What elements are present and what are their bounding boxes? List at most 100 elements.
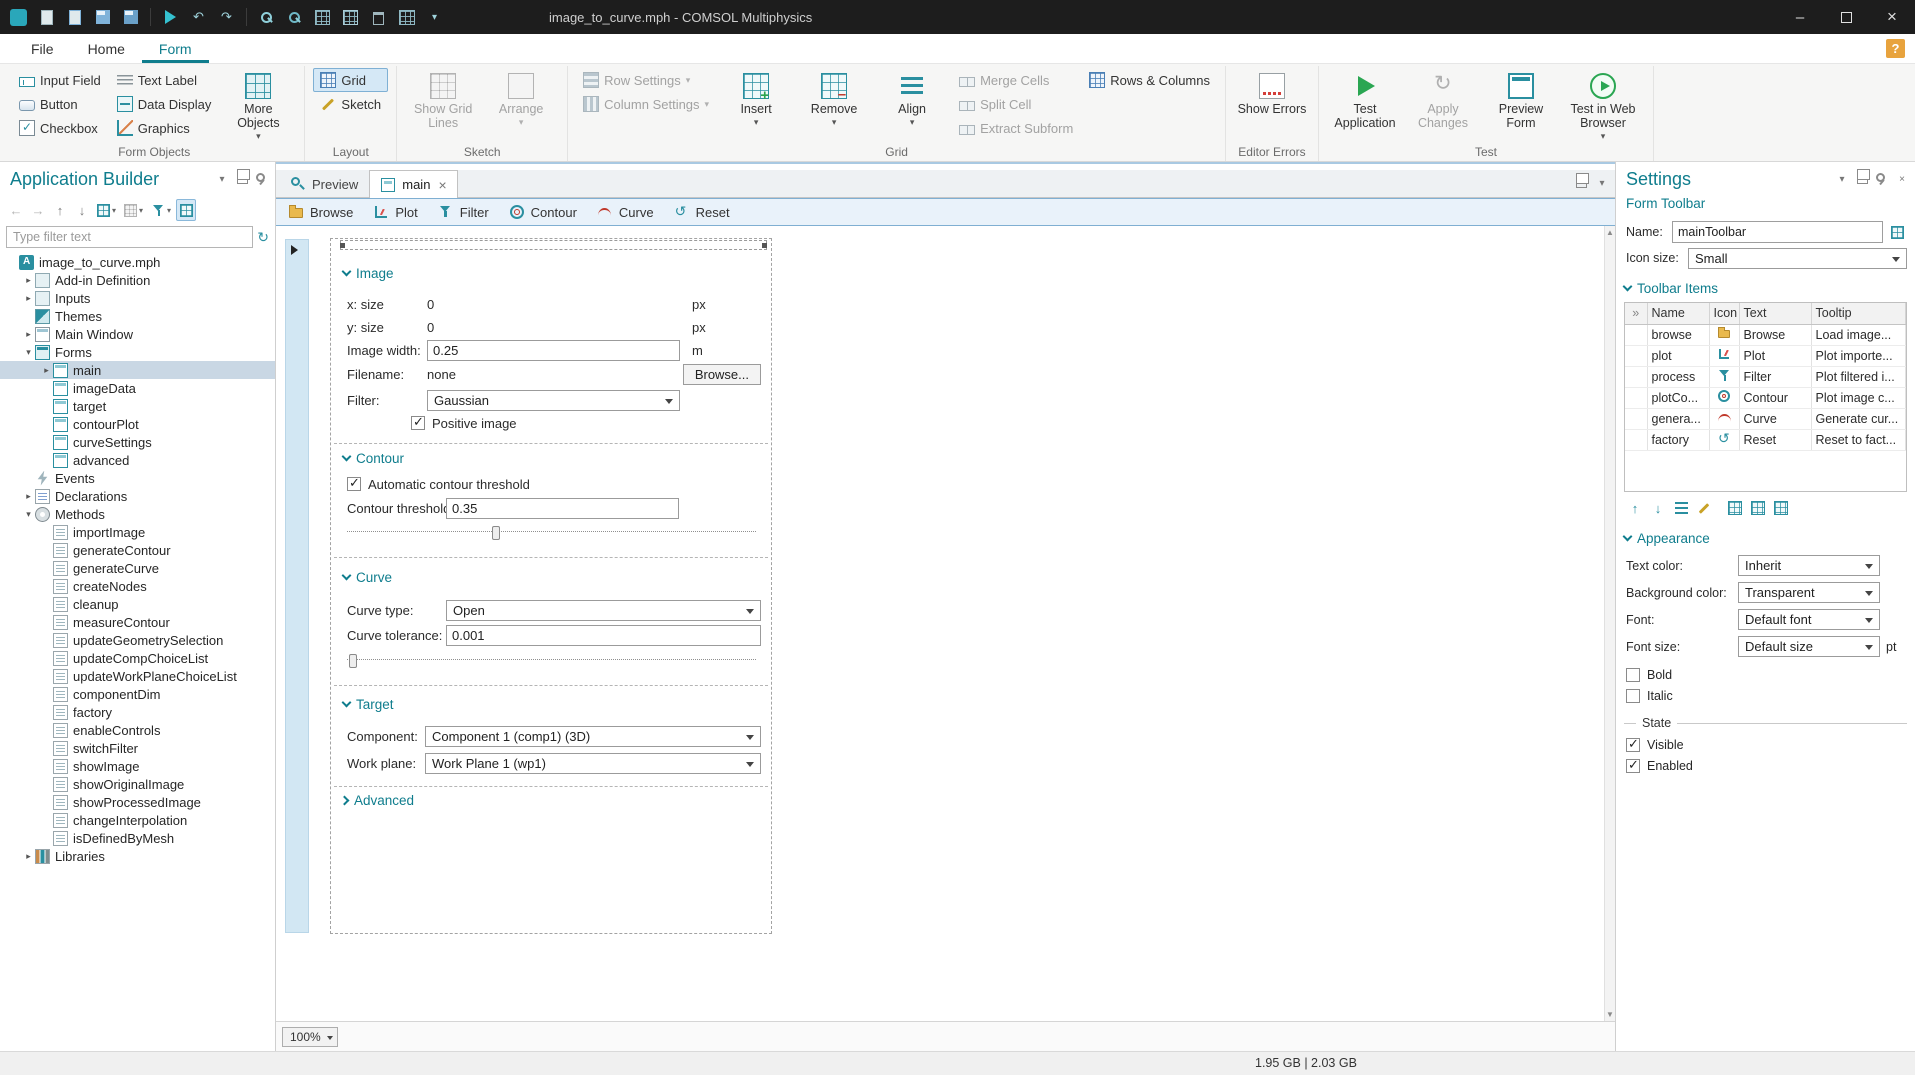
- text-color-dropdown[interactable]: Inherit: [1738, 555, 1880, 576]
- go-to-node-icon[interactable]: [176, 199, 197, 221]
- column-header-name[interactable]: Name: [1647, 303, 1710, 325]
- font-dropdown[interactable]: Default font: [1738, 609, 1880, 630]
- column-header-tooltip[interactable]: Tooltip: [1811, 303, 1906, 325]
- redo-icon[interactable]: ↷: [218, 9, 235, 26]
- add-toggle-button[interactable]: [1772, 499, 1790, 517]
- grid-view-icon[interactable]: ▾: [94, 199, 119, 221]
- tree-item[interactable]: target: [0, 397, 275, 415]
- zoom-box-icon[interactable]: [289, 11, 300, 23]
- list-button[interactable]: [1672, 499, 1690, 517]
- tree-item[interactable]: measureContour: [0, 613, 275, 631]
- tree-item[interactable]: changeInterpolation: [0, 811, 275, 829]
- pin-panel-icon[interactable]: [1875, 172, 1889, 186]
- positive-image-checkbox[interactable]: [411, 414, 425, 430]
- test-application-button[interactable]: Test Application: [1327, 68, 1403, 142]
- toolbar-overflow-icon[interactable]: ▾: [426, 9, 443, 26]
- visible-checkbox[interactable]: [1626, 736, 1640, 752]
- tab-form[interactable]: Form: [141, 36, 209, 63]
- tab-preview[interactable]: Preview: [279, 170, 369, 197]
- add-separator-button[interactable]: [1749, 499, 1767, 517]
- tab-main[interactable]: main ×: [369, 170, 458, 198]
- close-button[interactable]: ×: [1869, 0, 1915, 34]
- reset-toolbar-button[interactable]: Reset: [665, 200, 739, 224]
- data-display-button[interactable]: Data Display: [110, 92, 219, 116]
- preview-form-button[interactable]: Preview Form: [1483, 68, 1559, 142]
- tree-item[interactable]: Main Window: [0, 325, 275, 343]
- create-shortcut-button[interactable]: [1887, 222, 1907, 242]
- filter-dropdown[interactable]: Gaussian: [427, 389, 680, 411]
- tree-item[interactable]: isDefinedByMesh: [0, 829, 275, 847]
- expand-icon[interactable]: [22, 275, 35, 286]
- tree-item[interactable]: generateContour: [0, 541, 275, 559]
- section-header-contour[interactable]: Contour: [341, 448, 404, 468]
- insert-button[interactable]: Insert ▾: [718, 68, 794, 142]
- input-field-button[interactable]: Input Field: [12, 68, 108, 92]
- collapse-icon[interactable]: [22, 347, 35, 358]
- minimize-button[interactable]: –: [1777, 0, 1823, 34]
- text-label-button[interactable]: Text Label: [110, 68, 219, 92]
- image-width-input[interactable]: [427, 339, 680, 361]
- edit-item-button[interactable]: [1695, 499, 1713, 517]
- tab-file[interactable]: File: [14, 36, 71, 63]
- expand-icon[interactable]: [22, 491, 35, 502]
- tree-item[interactable]: Libraries: [0, 847, 275, 865]
- tree-item[interactable]: updateCompChoiceList: [0, 649, 275, 667]
- table-row[interactable]: plotCo... Contour Plot image c...: [1625, 387, 1906, 409]
- panel-menu-icon[interactable]: ▾: [215, 172, 229, 186]
- tree-item[interactable]: updateWorkPlaneChoiceList: [0, 667, 275, 685]
- work-plane-dropdown[interactable]: Work Plane 1 (wp1): [425, 752, 761, 774]
- tree-item-main[interactable]: main: [0, 361, 275, 379]
- filter-view-icon[interactable]: ▾: [148, 199, 174, 221]
- table-row[interactable]: process Filter Plot filtered i...: [1625, 366, 1906, 388]
- tree-item-root[interactable]: image_to_curve.mph: [0, 253, 275, 271]
- section-header-curve[interactable]: Curve: [341, 567, 392, 587]
- contour-threshold-slider[interactable]: [347, 526, 756, 543]
- rows-columns-button[interactable]: Rows & Columns: [1082, 68, 1217, 92]
- italic-checkbox[interactable]: [1626, 688, 1640, 703]
- table-row[interactable]: browse Browse Load image...: [1625, 324, 1906, 346]
- browse-file-button[interactable]: Browse...: [682, 363, 761, 385]
- move-down-button[interactable]: ↓: [1649, 499, 1667, 517]
- tree-filter-input[interactable]: [6, 226, 254, 248]
- zoom-extents-icon[interactable]: [261, 11, 272, 23]
- tree-item[interactable]: Inputs: [0, 289, 275, 307]
- zoom-level-dropdown[interactable]: 100%: [282, 1026, 338, 1047]
- show-grid-icon[interactable]: [315, 9, 330, 25]
- table-icon[interactable]: [398, 9, 415, 25]
- table-row[interactable]: factoryResetReset to fact...: [1625, 429, 1906, 451]
- tree-item[interactable]: Themes: [0, 307, 275, 325]
- tree-item[interactable]: componentDim: [0, 685, 275, 703]
- float-panel-icon[interactable]: [236, 174, 248, 184]
- tree-item-methods[interactable]: Methods: [0, 505, 275, 523]
- plot-toolbar-button[interactable]: Plot: [364, 200, 426, 224]
- test-in-web-browser-button[interactable]: Test in Web Browser ▾: [1561, 68, 1645, 142]
- column-header-text[interactable]: Text: [1739, 303, 1812, 325]
- scroll-up-icon[interactable]: ▲: [1605, 228, 1615, 237]
- close-tab-icon[interactable]: ×: [438, 177, 446, 193]
- tree-item[interactable]: updateGeometrySelection: [0, 631, 275, 649]
- save-as-icon[interactable]: [123, 10, 138, 24]
- tree-item[interactable]: enableControls: [0, 721, 275, 739]
- show-errors-button[interactable]: Show Errors: [1234, 68, 1310, 142]
- new-file-icon[interactable]: [40, 9, 53, 25]
- column-header-icon[interactable]: Icon: [1709, 303, 1740, 325]
- save-icon[interactable]: [95, 10, 110, 24]
- undo-icon[interactable]: ↶: [190, 9, 207, 26]
- curve-toolbar-button[interactable]: Curve: [588, 200, 663, 224]
- tree-item[interactable]: imageData: [0, 379, 275, 397]
- tree-item[interactable]: contourPlot: [0, 415, 275, 433]
- section-header-image[interactable]: Image: [341, 263, 394, 283]
- expand-icon[interactable]: [22, 851, 35, 862]
- form-canvas[interactable]: Image x: size 0 px y: size 0 px Image width:…: [276, 226, 1615, 1021]
- move-up-icon[interactable]: ↑: [50, 199, 70, 221]
- vertical-scrollbar[interactable]: ▲ ▼: [1604, 226, 1615, 1021]
- curve-tolerance-input[interactable]: [446, 624, 761, 646]
- tree-item[interactable]: curveSettings: [0, 433, 275, 451]
- tree-item[interactable]: showProcessedImage: [0, 793, 275, 811]
- button-object-button[interactable]: Button: [12, 92, 108, 116]
- scroll-down-icon[interactable]: ▼: [1605, 1010, 1615, 1019]
- tree-item[interactable]: showImage: [0, 757, 275, 775]
- enabled-checkbox[interactable]: [1626, 757, 1640, 773]
- tree-item-forms[interactable]: Forms: [0, 343, 275, 361]
- remove-button[interactable]: Remove ▾: [796, 68, 872, 142]
